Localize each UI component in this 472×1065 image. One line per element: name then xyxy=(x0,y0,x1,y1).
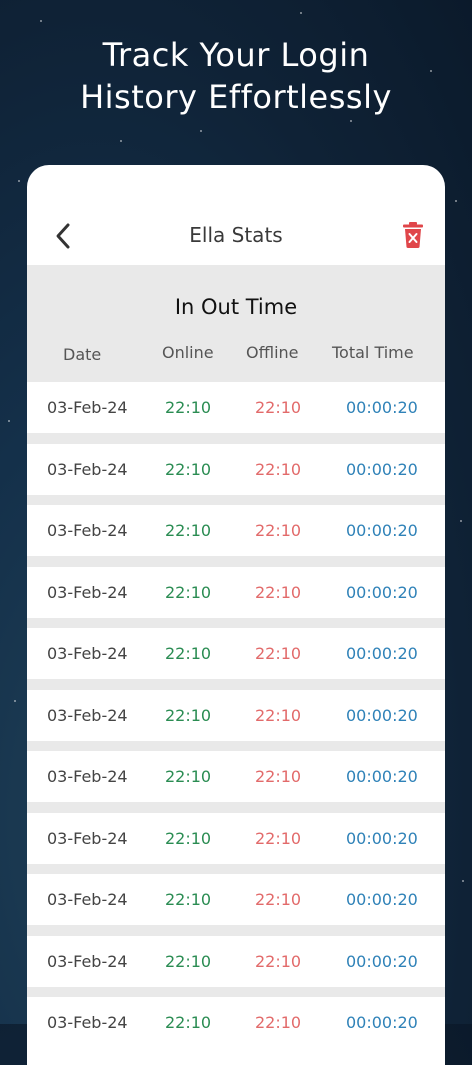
cell-offline: 22:10 xyxy=(255,705,302,725)
cell-total-time: 00:00:20 xyxy=(346,459,418,479)
table-row: 03-Feb-24 22:10 22:10 00:00:20 xyxy=(27,689,445,741)
table-row: 03-Feb-24 22:10 22:10 00:00:20 xyxy=(27,935,445,987)
cell-online: 22:10 xyxy=(165,1013,212,1032)
table-row: 03-Feb-24 22:10 22:10 00:00:20 xyxy=(27,874,445,925)
cell-offline: 22:10 xyxy=(255,644,302,663)
cell-date: 03-Feb-24 xyxy=(47,398,128,417)
cell-offline: 22:10 xyxy=(255,459,302,479)
cell-online: 22:10 xyxy=(165,398,212,417)
cell-online: 22:10 xyxy=(165,890,212,909)
cell-offline: 22:10 xyxy=(255,582,302,602)
promo-line-1: Track Your Login xyxy=(102,36,370,74)
cell-date: 03-Feb-24 xyxy=(47,890,128,909)
cell-offline: 22:10 xyxy=(255,951,302,971)
cell-date: 03-Feb-24 xyxy=(47,521,128,540)
cell-online: 22:10 xyxy=(165,582,212,602)
table-row: 03-Feb-24 22:10 22:10 00:00:20 xyxy=(27,566,445,618)
table-header: In Out Time Date Online Offline Total Ti… xyxy=(27,265,445,382)
column-header-offline: Offline xyxy=(246,343,299,362)
cell-offline: 22:10 xyxy=(255,1013,302,1032)
cell-total-time: 00:00:20 xyxy=(346,767,418,786)
card-header: Ella Stats xyxy=(27,165,445,265)
table-row: 03-Feb-24 22:10 22:10 00:00:20 xyxy=(27,443,445,495)
cell-total-time: 00:00:20 xyxy=(346,951,418,971)
cell-offline: 22:10 xyxy=(255,521,302,540)
cell-online: 22:10 xyxy=(165,644,212,663)
cell-online: 22:10 xyxy=(165,951,212,971)
cell-total-time: 00:00:20 xyxy=(346,398,418,417)
cell-total-time: 00:00:20 xyxy=(346,705,418,725)
cell-date: 03-Feb-24 xyxy=(47,582,128,602)
delete-button[interactable] xyxy=(403,222,427,250)
cell-total-time: 00:00:20 xyxy=(346,582,418,602)
cell-online: 22:10 xyxy=(165,705,212,725)
table-row: 03-Feb-24 22:10 22:10 00:00:20 xyxy=(27,628,445,679)
cell-online: 22:10 xyxy=(165,828,212,848)
table-row: 03-Feb-24 22:10 22:10 00:00:20 xyxy=(27,812,445,864)
cell-online: 22:10 xyxy=(165,767,212,786)
cell-offline: 22:10 xyxy=(255,890,302,909)
cell-offline: 22:10 xyxy=(255,767,302,786)
cell-date: 03-Feb-24 xyxy=(47,644,128,663)
cell-offline: 22:10 xyxy=(255,828,302,848)
cell-date: 03-Feb-24 xyxy=(47,1013,128,1032)
cell-online: 22:10 xyxy=(165,521,212,540)
table-row: 03-Feb-24 22:10 22:10 00:00:20 xyxy=(27,505,445,556)
table-row: 03-Feb-24 22:10 22:10 00:00:20 xyxy=(27,382,445,433)
cell-total-time: 00:00:20 xyxy=(346,1013,418,1032)
cell-online: 22:10 xyxy=(165,459,212,479)
cell-total-time: 00:00:20 xyxy=(346,521,418,540)
cell-total-time: 00:00:20 xyxy=(346,890,418,909)
cell-date: 03-Feb-24 xyxy=(47,828,128,848)
promo-headline: Track Your Login History Effortlessly xyxy=(0,34,472,118)
cell-total-time: 00:00:20 xyxy=(346,828,418,848)
cell-offline: 22:10 xyxy=(255,398,302,417)
table-body: 03-Feb-24 22:10 22:10 00:00:20 03-Feb-24… xyxy=(27,382,445,1048)
trash-x-icon xyxy=(403,222,423,248)
cell-date: 03-Feb-24 xyxy=(47,767,128,786)
stats-card: Ella Stats In Out Time Date Online Offli… xyxy=(27,165,445,1065)
table-title: In Out Time xyxy=(174,295,298,319)
cell-date: 03-Feb-24 xyxy=(47,459,128,479)
column-header-total-time: Total Time xyxy=(332,343,414,362)
table-row: 03-Feb-24 22:10 22:10 00:00:20 xyxy=(27,751,445,802)
page-title: Ella Stats xyxy=(189,223,283,247)
cell-date: 03-Feb-24 xyxy=(47,951,128,971)
column-header-online: Online xyxy=(162,343,214,362)
table-row: 03-Feb-24 22:10 22:10 00:00:20 xyxy=(27,997,445,1048)
cell-total-time: 00:00:20 xyxy=(346,644,418,663)
cell-date: 03-Feb-24 xyxy=(47,705,128,725)
promo-line-2: History Effortlessly xyxy=(80,78,392,116)
column-header-date: Date xyxy=(63,345,102,364)
